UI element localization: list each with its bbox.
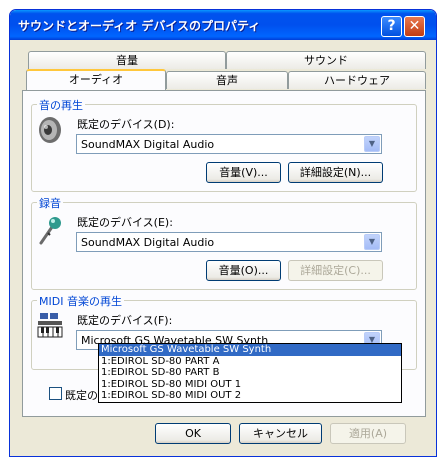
playback-group: 音の再生 既定のデバイス(D): SoundMAX Digital Audio … [31,97,417,192]
default-devices-only-checkbox[interactable] [49,387,62,400]
tab-voice[interactable]: 音声 [166,71,288,89]
playback-volume-button[interactable]: 音量(V)... [206,162,281,183]
ok-button[interactable]: OK [155,423,231,444]
apply-button: 適用(A) [330,423,406,444]
tab-audio[interactable]: オーディオ [26,69,166,90]
cancel-button[interactable]: キャンセル [239,423,322,444]
tab-volume[interactable]: 音量 [28,51,226,69]
playback-device-label: 既定のデバイス(D): [77,118,175,131]
dropdown-option[interactable]: 1:EDIROL SD-80 MIDI OUT 1 [99,379,401,391]
tab-hardware[interactable]: ハードウェア [288,71,426,89]
window-title: サウンドとオーディオ デバイスのプロパティ [18,19,261,33]
close-button[interactable]: ✕ [404,16,425,37]
microphone-icon [39,217,61,245]
speaker-icon [39,117,61,143]
playback-device-select[interactable]: SoundMAX Digital Audio ▼ [76,134,382,154]
recording-device-value: SoundMAX Digital Audio [81,236,215,249]
recording-group-title: 録音 [37,195,63,211]
playback-group-title: 音の再生 [37,97,85,113]
midi-device-label: 既定のデバイス(F): [77,314,173,327]
playback-advanced-button[interactable]: 詳細設定(N)... [288,162,383,183]
recording-volume-button[interactable]: 音量(O)... [206,260,281,281]
recording-device-select[interactable]: SoundMAX Digital Audio ▼ [76,232,382,252]
title-bar[interactable]: サウンドとオーディオ デバイスのプロパティ ? ✕ [10,10,436,40]
dropdown-option[interactable]: 1:EDIROL SD-80 PART B [99,367,401,379]
recording-advanced-button: 詳細設定(C)... [288,260,383,281]
playback-device-value: SoundMAX Digital Audio [81,138,215,151]
midi-keyboard-icon [37,313,63,338]
midi-group-title: MIDI 音楽の再生 [37,293,124,309]
help-button[interactable]: ? [381,16,402,37]
tab-sounds[interactable]: サウンド [226,51,426,69]
dropdown-option[interactable]: 1:EDIROL SD-80 MIDI OUT 2 [99,390,401,402]
chevron-down-icon[interactable]: ▼ [364,136,380,152]
dropdown-option[interactable]: Microsoft GS Wavetable SW Synth [99,344,401,356]
chevron-down-icon[interactable]: ▼ [364,234,380,250]
dropdown-option[interactable]: 1:EDIROL SD-80 PART A [99,356,401,368]
recording-group: 録音 既定のデバイス(E): SoundMAX Digital Audio ▼ … [31,195,417,290]
midi-device-dropdown-list[interactable]: Microsoft GS Wavetable SW Synth 1:EDIROL… [98,343,402,403]
recording-device-label: 既定のデバイス(E): [77,216,173,229]
